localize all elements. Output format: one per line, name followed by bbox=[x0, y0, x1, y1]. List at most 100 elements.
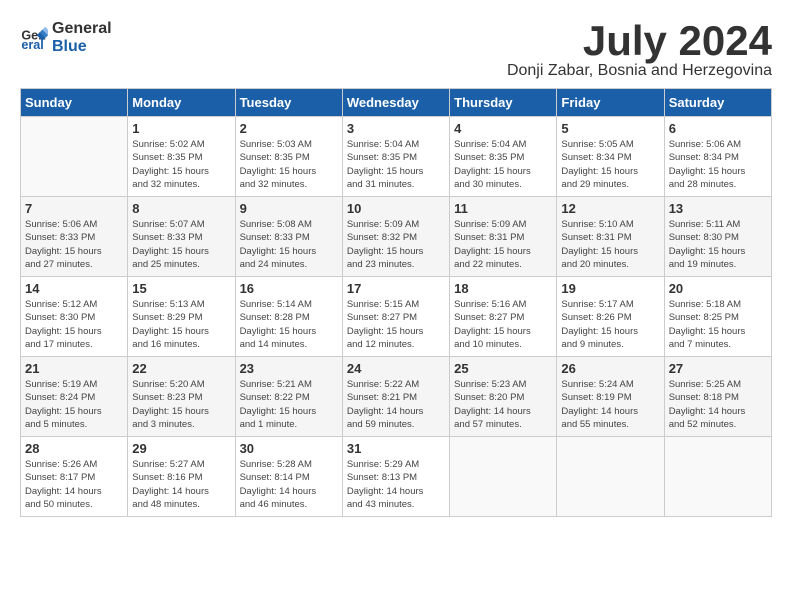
calendar-cell: 17Sunrise: 5:15 AM Sunset: 8:27 PM Dayli… bbox=[342, 277, 449, 357]
day-info: Sunrise: 5:06 AM Sunset: 8:33 PM Dayligh… bbox=[25, 218, 123, 271]
calendar-row: 28 Sunrise: 5:26 AM Sunset: 8:17 PM Dayli… bbox=[21, 437, 772, 517]
day-number: 16 bbox=[240, 281, 338, 296]
calendar-subtitle: Donji Zabar, Bosnia and Herzegovina bbox=[507, 62, 772, 80]
calendar-cell: 28 Sunrise: 5:26 AM Sunset: 8:17 PM Dayli… bbox=[21, 437, 128, 517]
calendar-cell: 12 Sunrise: 5:10 AM Sunset: 8:31 PM Dayli… bbox=[557, 197, 664, 277]
day-info: Sunrise: 5:18 AM Sunset: 8:25 PM Dayligh… bbox=[669, 298, 767, 351]
day-info: Sunrise: 5:07 AM Sunset: 8:33 PM Dayligh… bbox=[132, 218, 230, 271]
calendar-cell bbox=[557, 437, 664, 517]
calendar-cell: 31 Sunrise: 5:29 AM Sunset: 8:13 PM Dayli… bbox=[342, 437, 449, 517]
calendar-cell bbox=[450, 437, 557, 517]
calendar-cell: 30Sunrise: 5:28 AM Sunset: 8:14 PM Dayli… bbox=[235, 437, 342, 517]
day-info: Sunrise: 5:09 AM Sunset: 8:31 PM Dayligh… bbox=[454, 218, 552, 271]
day-number: 17 bbox=[347, 281, 445, 296]
day-number: 6 bbox=[669, 121, 767, 136]
day-number: 5 bbox=[561, 121, 659, 136]
calendar-row: 14 Sunrise: 5:12 AM Sunset: 8:30 PM Dayli… bbox=[21, 277, 772, 357]
day-number: 28 bbox=[25, 441, 123, 456]
day-number: 20 bbox=[669, 281, 767, 296]
calendar-cell: 5 Sunrise: 5:05 AM Sunset: 8:34 PM Daylig… bbox=[557, 117, 664, 197]
calendar-row: 1Sunrise: 5:02 AM Sunset: 8:35 PM Daylig… bbox=[21, 117, 772, 197]
day-number: 27 bbox=[669, 361, 767, 376]
day-number: 3 bbox=[347, 121, 445, 136]
calendar-cell bbox=[21, 117, 128, 197]
calendar-cell: 29 Sunrise: 5:27 AM Sunset: 8:16 PM Dayli… bbox=[128, 437, 235, 517]
day-info: Sunrise: 5:25 AM Sunset: 8:18 PM Dayligh… bbox=[669, 378, 767, 431]
calendar-cell: 1Sunrise: 5:02 AM Sunset: 8:35 PM Daylig… bbox=[128, 117, 235, 197]
calendar-row: 7 Sunrise: 5:06 AM Sunset: 8:33 PM Daylig… bbox=[21, 197, 772, 277]
day-number: 19 bbox=[561, 281, 659, 296]
day-number: 23 bbox=[240, 361, 338, 376]
day-number: 29 bbox=[132, 441, 230, 456]
day-number: 18 bbox=[454, 281, 552, 296]
calendar-cell: 16 Sunrise: 5:14 AM Sunset: 8:28 PM Dayli… bbox=[235, 277, 342, 357]
day-info: Sunrise: 5:19 AM Sunset: 8:24 PM Dayligh… bbox=[25, 378, 123, 431]
day-number: 12 bbox=[561, 201, 659, 216]
day-number: 10 bbox=[347, 201, 445, 216]
calendar-cell: 7 Sunrise: 5:06 AM Sunset: 8:33 PM Daylig… bbox=[21, 197, 128, 277]
day-info: Sunrise: 5:03 AM Sunset: 8:35 PM Dayligh… bbox=[240, 138, 338, 191]
day-number: 31 bbox=[347, 441, 445, 456]
col-sunday: Sunday bbox=[21, 89, 128, 117]
day-info: Sunrise: 5:12 AM Sunset: 8:30 PM Dayligh… bbox=[25, 298, 123, 351]
calendar-cell: 26Sunrise: 5:24 AM Sunset: 8:19 PM Dayli… bbox=[557, 357, 664, 437]
calendar-cell: 27 Sunrise: 5:25 AM Sunset: 8:18 PM Dayli… bbox=[664, 357, 771, 437]
day-info: Sunrise: 5:09 AM Sunset: 8:32 PM Dayligh… bbox=[347, 218, 445, 271]
calendar-row: 21 Sunrise: 5:19 AM Sunset: 8:24 PM Dayli… bbox=[21, 357, 772, 437]
logo: Gen eral General Blue bbox=[20, 20, 112, 55]
calendar-cell: 6 Sunrise: 5:06 AM Sunset: 8:34 PM Daylig… bbox=[664, 117, 771, 197]
day-number: 2 bbox=[240, 121, 338, 136]
day-number: 22 bbox=[132, 361, 230, 376]
day-info: Sunrise: 5:14 AM Sunset: 8:28 PM Dayligh… bbox=[240, 298, 338, 351]
calendar-cell: 21 Sunrise: 5:19 AM Sunset: 8:24 PM Dayli… bbox=[21, 357, 128, 437]
calendar-title: July 2024 bbox=[507, 20, 772, 62]
day-info: Sunrise: 5:04 AM Sunset: 8:35 PM Dayligh… bbox=[347, 138, 445, 191]
header-row: Sunday Monday Tuesday Wednesday Thursday… bbox=[21, 89, 772, 117]
calendar-cell: 4 Sunrise: 5:04 AM Sunset: 8:35 PM Daylig… bbox=[450, 117, 557, 197]
day-info: Sunrise: 5:02 AM Sunset: 8:35 PM Dayligh… bbox=[132, 138, 230, 191]
day-number: 7 bbox=[25, 201, 123, 216]
day-info: Sunrise: 5:29 AM Sunset: 8:13 PM Dayligh… bbox=[347, 458, 445, 511]
day-number: 15 bbox=[132, 281, 230, 296]
day-info: Sunrise: 5:17 AM Sunset: 8:26 PM Dayligh… bbox=[561, 298, 659, 351]
day-number: 30 bbox=[240, 441, 338, 456]
day-info: Sunrise: 5:08 AM Sunset: 8:33 PM Dayligh… bbox=[240, 218, 338, 271]
logo-line1: General bbox=[52, 20, 112, 38]
calendar-cell: 20 Sunrise: 5:18 AM Sunset: 8:25 PM Dayli… bbox=[664, 277, 771, 357]
logo-line2: Blue bbox=[52, 38, 112, 56]
day-info: Sunrise: 5:16 AM Sunset: 8:27 PM Dayligh… bbox=[454, 298, 552, 351]
col-friday: Friday bbox=[557, 89, 664, 117]
day-info: Sunrise: 5:05 AM Sunset: 8:34 PM Dayligh… bbox=[561, 138, 659, 191]
calendar-table: Sunday Monday Tuesday Wednesday Thursday… bbox=[20, 88, 772, 517]
day-number: 9 bbox=[240, 201, 338, 216]
day-info: Sunrise: 5:27 AM Sunset: 8:16 PM Dayligh… bbox=[132, 458, 230, 511]
calendar-cell: 2 Sunrise: 5:03 AM Sunset: 8:35 PM Daylig… bbox=[235, 117, 342, 197]
day-number: 14 bbox=[25, 281, 123, 296]
col-tuesday: Tuesday bbox=[235, 89, 342, 117]
day-info: Sunrise: 5:23 AM Sunset: 8:20 PM Dayligh… bbox=[454, 378, 552, 431]
day-number: 4 bbox=[454, 121, 552, 136]
day-number: 8 bbox=[132, 201, 230, 216]
day-info: Sunrise: 5:10 AM Sunset: 8:31 PM Dayligh… bbox=[561, 218, 659, 271]
col-wednesday: Wednesday bbox=[342, 89, 449, 117]
day-info: Sunrise: 5:06 AM Sunset: 8:34 PM Dayligh… bbox=[669, 138, 767, 191]
header: Gen eral General Blue July 2024 Donji Za… bbox=[20, 20, 772, 80]
day-number: 26 bbox=[561, 361, 659, 376]
day-number: 21 bbox=[25, 361, 123, 376]
calendar-cell: 18 Sunrise: 5:16 AM Sunset: 8:27 PM Dayli… bbox=[450, 277, 557, 357]
day-number: 11 bbox=[454, 201, 552, 216]
day-info: Sunrise: 5:26 AM Sunset: 8:17 PM Dayligh… bbox=[25, 458, 123, 511]
svg-text:eral: eral bbox=[21, 38, 43, 52]
day-info: Sunrise: 5:13 AM Sunset: 8:29 PM Dayligh… bbox=[132, 298, 230, 351]
day-number: 25 bbox=[454, 361, 552, 376]
day-info: Sunrise: 5:11 AM Sunset: 8:30 PM Dayligh… bbox=[669, 218, 767, 271]
calendar-cell: 19 Sunrise: 5:17 AM Sunset: 8:26 PM Dayli… bbox=[557, 277, 664, 357]
calendar-cell: 22Sunrise: 5:20 AM Sunset: 8:23 PM Dayli… bbox=[128, 357, 235, 437]
calendar-cell: 15 Sunrise: 5:13 AM Sunset: 8:29 PM Dayli… bbox=[128, 277, 235, 357]
day-info: Sunrise: 5:04 AM Sunset: 8:35 PM Dayligh… bbox=[454, 138, 552, 191]
col-thursday: Thursday bbox=[450, 89, 557, 117]
calendar-cell: 9 Sunrise: 5:08 AM Sunset: 8:33 PM Daylig… bbox=[235, 197, 342, 277]
calendar-cell: 24Sunrise: 5:22 AM Sunset: 8:21 PM Dayli… bbox=[342, 357, 449, 437]
calendar-cell: 3 Sunrise: 5:04 AM Sunset: 8:35 PM Daylig… bbox=[342, 117, 449, 197]
day-info: Sunrise: 5:22 AM Sunset: 8:21 PM Dayligh… bbox=[347, 378, 445, 431]
